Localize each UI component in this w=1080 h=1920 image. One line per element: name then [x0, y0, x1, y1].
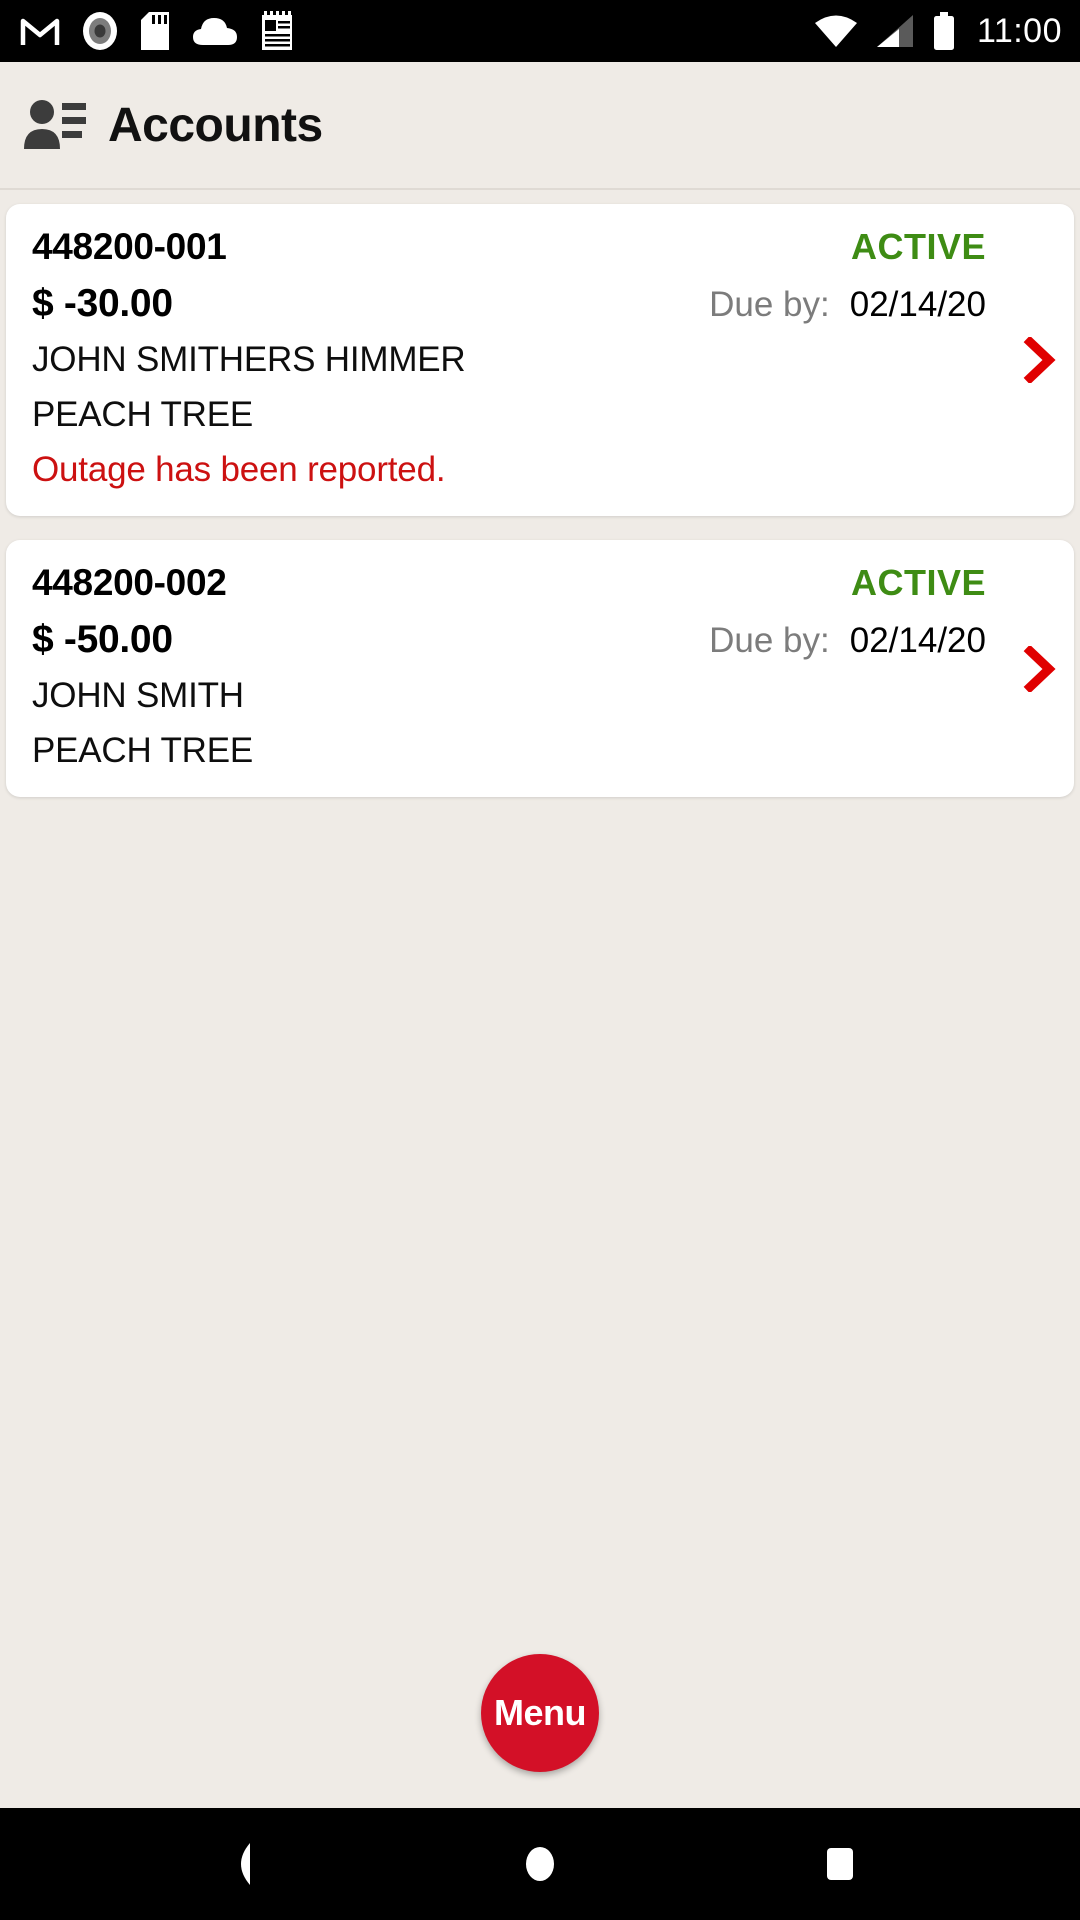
page-title: Accounts [108, 98, 323, 152]
account-card[interactable]: 448200-001 ACTIVE $ -30.00 Due by: 02/14… [6, 204, 1074, 516]
account-number: 448200-001 [32, 226, 227, 267]
card-header-row: 448200-002 ACTIVE [32, 562, 1048, 604]
due-date: 02/14/20 [849, 285, 986, 324]
home-icon [526, 1847, 554, 1881]
cellular-signal-icon [876, 15, 913, 47]
notes-icon [262, 11, 292, 50]
android-nav-bar [0, 1808, 1080, 1920]
wifi-icon [814, 15, 857, 47]
account-number: 448200-002 [32, 562, 227, 603]
app-header: Accounts [0, 62, 1080, 190]
chevron-right-icon[interactable] [1022, 337, 1056, 383]
due-label: Due by: [709, 285, 830, 324]
account-holder-name: JOHN SMITHERS HIMMER [32, 340, 466, 379]
due-label: Due by: [709, 621, 830, 660]
status-bar-right-icons: 11:00 [814, 12, 1062, 50]
recents-icon [827, 1848, 853, 1880]
card-amount-row: $ -50.00 Due by: 02/14/20 [32, 618, 1048, 662]
app-root: 11:00 Accounts 448200-001 ACTIVE $ -30.0… [0, 0, 1080, 1920]
account-location: PEACH TREE [32, 395, 254, 434]
cloud-icon [193, 18, 237, 45]
record-icon [83, 12, 117, 50]
due-group: Due by: 02/14/20 [709, 285, 1048, 325]
status-bar-clock: 11:00 [976, 12, 1062, 50]
card-header-row: 448200-001 ACTIVE [32, 226, 1048, 268]
account-balance: $ -30.00 [32, 282, 173, 325]
status-badge: ACTIVE [850, 562, 986, 603]
menu-fab-label: Menu [494, 1692, 587, 1733]
accounts-list: 448200-001 ACTIVE $ -30.00 Due by: 02/14… [0, 190, 1080, 1808]
sd-card-icon [141, 12, 169, 50]
chevron-right-icon[interactable] [1022, 645, 1056, 692]
account-card[interactable]: 448200-002 ACTIVE $ -50.00 Due by: 02/14… [6, 540, 1074, 797]
contact-account-icon [24, 100, 86, 149]
status-badge: ACTIVE [850, 226, 986, 267]
account-location: PEACH TREE [32, 731, 254, 770]
battery-icon [933, 12, 954, 50]
due-date: 02/14/20 [849, 621, 986, 660]
status-bar-left-icons [20, 11, 294, 51]
account-balance: $ -50.00 [32, 618, 173, 661]
status-bar: 11:00 [0, 0, 1080, 62]
nav-recents-button[interactable] [804, 1828, 876, 1900]
card-amount-row: $ -30.00 Due by: 02/14/20 [32, 282, 1048, 326]
back-icon [241, 1843, 250, 1885]
account-holder-name: JOHN SMITH [32, 676, 244, 715]
menu-fab-button[interactable]: Menu [481, 1654, 599, 1772]
gmail-icon [20, 18, 60, 45]
outage-alert: Outage has been reported. [32, 450, 446, 489]
nav-back-button[interactable] [204, 1828, 276, 1900]
due-group: Due by: 02/14/20 [709, 621, 1048, 661]
nav-home-button[interactable] [504, 1828, 576, 1900]
